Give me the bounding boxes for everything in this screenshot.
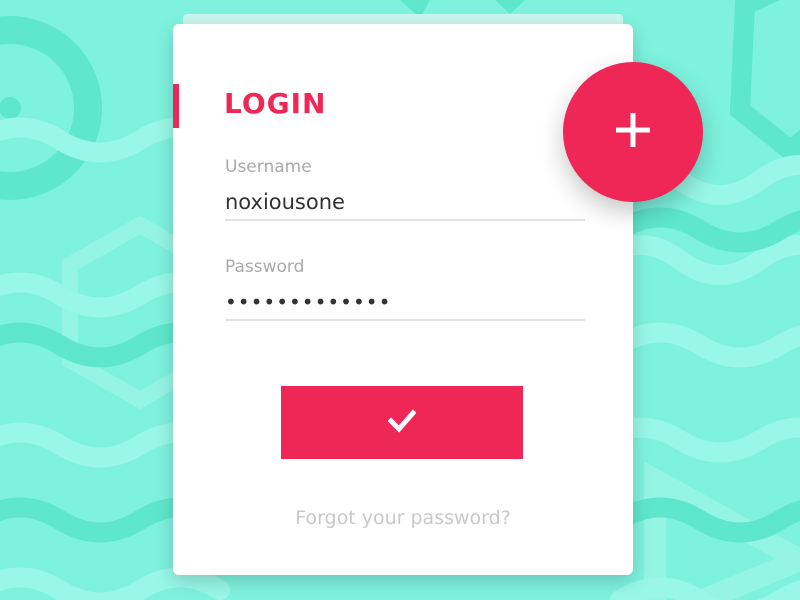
title-accent-bar [173, 84, 179, 128]
add-button[interactable] [563, 62, 703, 202]
submit-button[interactable] [281, 386, 523, 459]
plus-icon [616, 113, 650, 151]
password-field[interactable] [225, 285, 585, 321]
forgot-password-link[interactable]: Forgot your password? [173, 507, 633, 529]
check-icon [387, 408, 417, 437]
password-label: Password [225, 257, 305, 277]
login-card: LOGIN Username Password Forgot your pass… [173, 24, 633, 575]
username-label: Username [225, 157, 312, 177]
page-title: LOGIN [224, 87, 327, 120]
username-field[interactable] [225, 185, 585, 221]
